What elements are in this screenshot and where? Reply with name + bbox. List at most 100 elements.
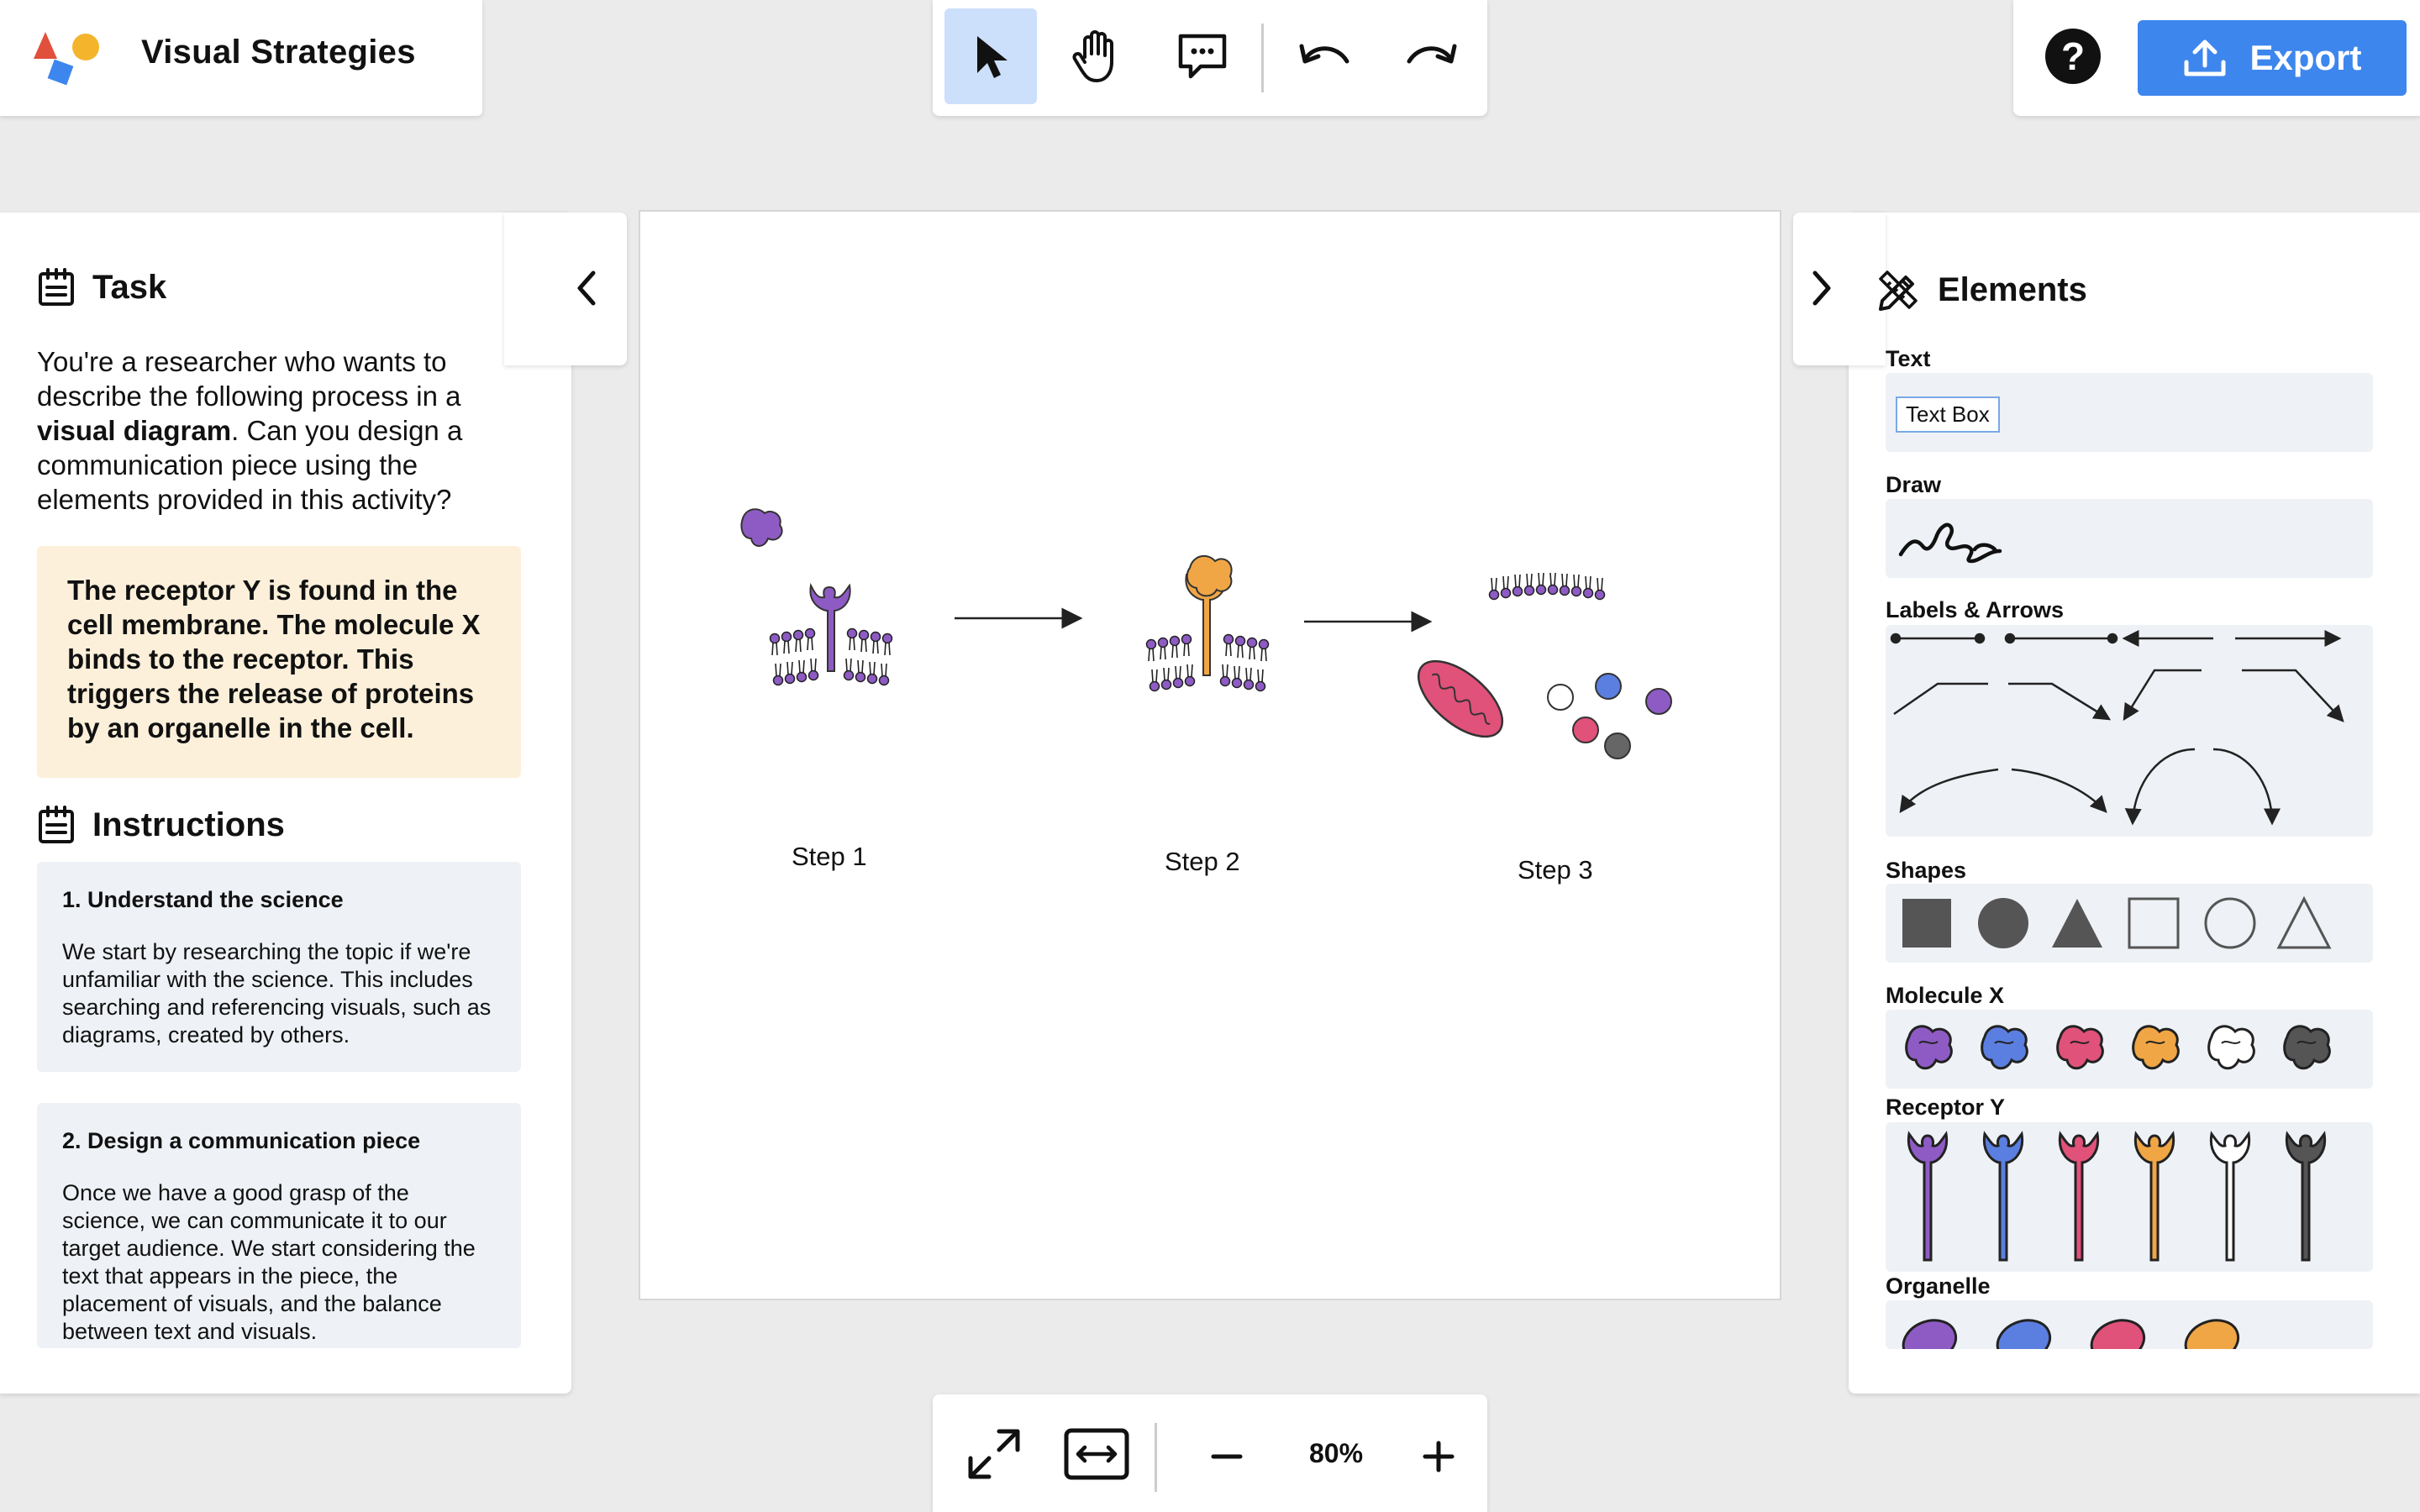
- fit-width-icon: [1064, 1428, 1129, 1480]
- section-label-draw: Draw: [1886, 472, 1942, 497]
- instruction-card: 2. Design a communication piece Once we …: [37, 1103, 521, 1348]
- instruction-body: We start by researching the topic if we'…: [62, 939, 492, 1047]
- task-heading: Task: [37, 267, 166, 307]
- step-label: Step 1: [792, 842, 867, 871]
- section-label-shapes: Shapes: [1886, 858, 1967, 883]
- receptor-y-swatch: [2209, 1131, 2251, 1262]
- task-heading-text: Task: [92, 268, 167, 306]
- comment-icon: [1178, 34, 1227, 79]
- chevron-right-icon: [1812, 270, 1831, 306]
- chevron-left-icon: [577, 270, 596, 306]
- draw-elements-box: [1886, 499, 2373, 578]
- instruction-title: 2. Design a communication piece: [62, 1128, 421, 1153]
- instruction-body: Once we have a good grasp of the science…: [62, 1180, 476, 1344]
- molecule-x-swatch: [2207, 1025, 2255, 1070]
- fit-width-button[interactable]: [1059, 1420, 1134, 1488]
- organelle-swatch: [1902, 1319, 1958, 1349]
- molecule-x-swatch: [1981, 1025, 2028, 1070]
- app-title: Visual Strategies: [141, 34, 416, 71]
- instructions-heading: Instructions: [37, 805, 285, 845]
- text-elements-box: Text Box: [1886, 373, 2373, 452]
- receptor-y-swatch: [1982, 1131, 2024, 1262]
- step1-molecule: [740, 508, 783, 547]
- undo-icon: [1299, 44, 1349, 64]
- organelle-swatch: [2090, 1319, 2146, 1349]
- receptor-options[interactable]: [1886, 1122, 2373, 1272]
- step3-organelle: [1417, 659, 1504, 738]
- zoom-out-button[interactable]: [1202, 1431, 1252, 1482]
- organelle-options[interactable]: [1886, 1300, 2373, 1349]
- receptor-box: [1886, 1122, 2373, 1272]
- view-controls: 80%: [933, 1394, 1487, 1512]
- molecule-x-swatch: [2132, 1025, 2180, 1070]
- receptor-y-swatch: [2133, 1131, 2175, 1262]
- arrow-options[interactable]: [1886, 625, 2373, 837]
- canvas-drawing: [740, 508, 1672, 759]
- top-right-actions: ? Export: [2013, 0, 2420, 116]
- elements-heading: Elements: [1876, 267, 2087, 312]
- app-logo: [34, 32, 99, 86]
- section-label-receptor: Receptor Y: [1886, 1095, 2006, 1120]
- shapes-box: [1886, 884, 2373, 963]
- step-label: Step 2: [1165, 847, 1240, 876]
- upload-icon: [2184, 39, 2226, 76]
- pan-tool-button[interactable]: [1050, 8, 1143, 104]
- section-label-molecule: Molecule X: [1886, 983, 2005, 1008]
- organelle-swatch: [1996, 1319, 2052, 1349]
- fullscreen-button[interactable]: [956, 1420, 1032, 1488]
- plus-icon: [1423, 1441, 1455, 1473]
- text-box-element[interactable]: Text Box: [1896, 396, 2000, 433]
- export-label: Export: [2249, 38, 2362, 77]
- notepad-icon: [39, 806, 74, 843]
- molecule-x-swatch: [1905, 1025, 1953, 1070]
- toolbar-divider: [1261, 24, 1264, 92]
- section-label-text: Text: [1886, 346, 1931, 371]
- organelle-swatch: [2184, 1319, 2240, 1349]
- molecule-x-swatch: [2283, 1025, 2331, 1070]
- molecule-options[interactable]: [1886, 1010, 2373, 1089]
- zoom-level: 80%: [1308, 1438, 1364, 1468]
- task-description: You're a researcher who wants to describ…: [37, 346, 463, 515]
- molecule-box: [1886, 1010, 2373, 1089]
- instructions-heading-text: Instructions: [92, 806, 285, 843]
- diagram-canvas[interactable]: Step 1 Step 2 Step 3: [639, 210, 1781, 1300]
- shape-options[interactable]: [1886, 884, 2373, 963]
- collapse-left-panel-tab[interactable]: [504, 213, 627, 365]
- select-tool-button[interactable]: [944, 8, 1037, 104]
- step1-receptor: [809, 582, 851, 672]
- zoom-in-button[interactable]: [1413, 1431, 1464, 1482]
- collapse-right-panel-tab[interactable]: [1793, 213, 1886, 365]
- brand-header: Visual Strategies: [0, 0, 482, 116]
- pencil-ruler-icon: [1879, 270, 1918, 311]
- notepad-icon: [39, 268, 74, 306]
- step-label: Step 3: [1518, 855, 1593, 885]
- step2-receptor-bound: [1185, 554, 1233, 676]
- step3-proteins: [1547, 673, 1672, 759]
- instruction-card: 1. Understand the science We start by re…: [37, 862, 521, 1072]
- redo-button[interactable]: [1385, 8, 1477, 104]
- section-label-labels-arrows: Labels & Arrows: [1886, 597, 2065, 622]
- redo-icon: [1407, 44, 1457, 64]
- molecule-x-swatch: [2056, 1025, 2104, 1070]
- elements-heading-text: Elements: [1938, 270, 2087, 308]
- export-button[interactable]: Export: [2138, 20, 2407, 96]
- main-toolbar: [933, 0, 1487, 116]
- help-button[interactable]: ?: [2045, 29, 2101, 84]
- receptor-y-swatch: [1907, 1131, 1949, 1262]
- section-label-organelle: Organelle: [1886, 1273, 1991, 1299]
- minus-icon: [1211, 1454, 1243, 1459]
- hand-icon: [1072, 30, 1113, 82]
- comment-tool-button[interactable]: [1156, 8, 1249, 104]
- freehand-draw-tool[interactable]: [1896, 512, 2005, 566]
- task-highlight: The receptor Y is found in the cell memb…: [37, 546, 521, 778]
- view-divider: [1155, 1423, 1157, 1492]
- receptor-y-swatch: [2058, 1131, 2100, 1262]
- labels-arrows-box: [1886, 625, 2373, 837]
- receptor-y-swatch: [2285, 1131, 2327, 1262]
- undo-button[interactable]: [1279, 8, 1371, 104]
- cursor-arrow-icon: [977, 36, 1007, 78]
- organelle-box: [1886, 1300, 2373, 1349]
- step3-membrane: [1488, 572, 1606, 601]
- expand-icon: [968, 1429, 1020, 1479]
- instruction-title: 1. Understand the science: [62, 887, 344, 912]
